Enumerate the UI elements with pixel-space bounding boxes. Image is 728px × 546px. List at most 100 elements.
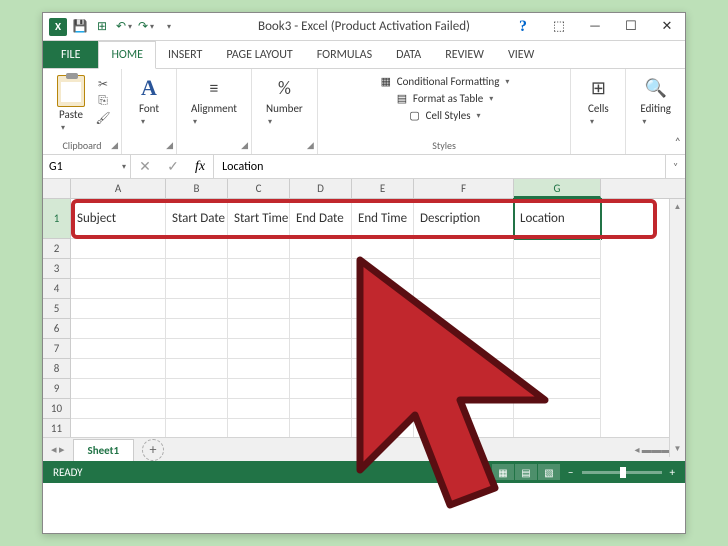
font-launcher-icon[interactable]: ◢: [166, 140, 173, 151]
cell[interactable]: [514, 279, 601, 299]
cell[interactable]: [166, 339, 228, 359]
help-button[interactable]: ?: [505, 13, 541, 40]
maximize-button[interactable]: ☐: [613, 13, 649, 40]
row-header-10[interactable]: 10: [43, 399, 71, 419]
cell[interactable]: [228, 419, 290, 437]
cell[interactable]: [290, 299, 352, 319]
tab-file[interactable]: FILE: [43, 41, 98, 68]
save-icon[interactable]: 💾: [71, 18, 89, 36]
select-all-corner[interactable]: [43, 179, 71, 198]
cell[interactable]: [414, 339, 514, 359]
cell[interactable]: [228, 339, 290, 359]
cell[interactable]: [414, 239, 514, 259]
cell[interactable]: [514, 399, 601, 419]
tab-insert[interactable]: INSERT: [156, 41, 214, 68]
cell[interactable]: [414, 319, 514, 339]
cell[interactable]: [352, 339, 414, 359]
cell-c1[interactable]: Start Time: [228, 199, 290, 239]
cell-f1[interactable]: Description: [414, 199, 514, 239]
cell[interactable]: [414, 259, 514, 279]
cell[interactable]: [290, 379, 352, 399]
cell[interactable]: [71, 399, 166, 419]
page-break-button[interactable]: ▧: [538, 464, 560, 480]
cell[interactable]: [71, 359, 166, 379]
cell[interactable]: [514, 299, 601, 319]
cell[interactable]: [228, 399, 290, 419]
tab-home[interactable]: HOME: [98, 41, 156, 69]
redo-icon[interactable]: ↷▾: [137, 18, 155, 36]
cell[interactable]: [352, 379, 414, 399]
cell[interactable]: [352, 279, 414, 299]
cell[interactable]: [290, 359, 352, 379]
add-sheet-button[interactable]: +: [142, 439, 164, 461]
col-header-e[interactable]: E: [352, 179, 414, 198]
row-header-9[interactable]: 9: [43, 379, 71, 399]
qat-icon[interactable]: ⊞: [93, 18, 111, 36]
cell-styles-button[interactable]: ▢Cell Styles ▾: [408, 107, 481, 124]
cell-d1[interactable]: End Date: [290, 199, 352, 239]
name-box[interactable]: G1 ▾: [43, 155, 131, 178]
cell[interactable]: [290, 399, 352, 419]
undo-icon[interactable]: ↶▾: [115, 18, 133, 36]
cell[interactable]: [414, 359, 514, 379]
cell[interactable]: [414, 419, 514, 437]
number-button[interactable]: % Number▾: [262, 73, 307, 129]
number-launcher-icon[interactable]: ◢: [307, 140, 314, 151]
col-header-d[interactable]: D: [290, 179, 352, 198]
cell-g1[interactable]: Location: [514, 199, 601, 239]
cell[interactable]: [166, 319, 228, 339]
cell[interactable]: [290, 319, 352, 339]
cell[interactable]: [71, 239, 166, 259]
cell[interactable]: [228, 239, 290, 259]
cell[interactable]: [352, 319, 414, 339]
page-layout-button[interactable]: ▤: [515, 464, 537, 480]
cell[interactable]: [352, 239, 414, 259]
cell-b1[interactable]: Start Date: [166, 199, 228, 239]
cell[interactable]: [166, 259, 228, 279]
row-header-2[interactable]: 2: [43, 239, 71, 259]
tab-page-layout[interactable]: PAGE LAYOUT: [214, 41, 304, 68]
col-header-c[interactable]: C: [228, 179, 290, 198]
copy-icon[interactable]: ⎘: [95, 94, 111, 108]
row-header-6[interactable]: 6: [43, 319, 71, 339]
cancel-formula-icon[interactable]: ✕: [131, 158, 159, 175]
ribbon-options-button[interactable]: ⬚: [541, 13, 577, 40]
col-header-f[interactable]: F: [414, 179, 514, 198]
cell[interactable]: [514, 239, 601, 259]
cell[interactable]: [228, 359, 290, 379]
row-header-11[interactable]: 11: [43, 419, 71, 437]
cell[interactable]: [514, 419, 601, 437]
cell[interactable]: [166, 379, 228, 399]
sheet-tab[interactable]: Sheet1: [73, 439, 135, 461]
cell[interactable]: [166, 299, 228, 319]
col-header-g[interactable]: G: [514, 179, 601, 198]
cell[interactable]: [71, 299, 166, 319]
fx-icon[interactable]: fx: [187, 159, 213, 175]
cell[interactable]: [352, 359, 414, 379]
minimize-button[interactable]: —: [577, 13, 613, 40]
cell[interactable]: [166, 239, 228, 259]
row-header-5[interactable]: 5: [43, 299, 71, 319]
cell[interactable]: [71, 259, 166, 279]
row-header-1[interactable]: 1: [43, 199, 71, 239]
cell[interactable]: [514, 379, 601, 399]
col-header-b[interactable]: B: [166, 179, 228, 198]
zoom-out-button[interactable]: −: [568, 466, 573, 479]
cell[interactable]: [514, 359, 601, 379]
chevron-down-icon[interactable]: ▾: [122, 162, 126, 172]
font-button[interactable]: A Font▾: [132, 73, 166, 129]
cell[interactable]: [166, 399, 228, 419]
cell[interactable]: [290, 239, 352, 259]
tab-review[interactable]: REVIEW: [433, 41, 496, 68]
cell[interactable]: [514, 259, 601, 279]
sheet-nav[interactable]: ◂ ▸: [43, 443, 73, 456]
cell[interactable]: [71, 279, 166, 299]
normal-view-button[interactable]: ▦: [492, 464, 514, 480]
cell[interactable]: [71, 379, 166, 399]
cell[interactable]: [290, 339, 352, 359]
tab-formulas[interactable]: FORMULAS: [305, 41, 384, 68]
cell[interactable]: [166, 359, 228, 379]
cell[interactable]: [166, 419, 228, 437]
cell[interactable]: [228, 259, 290, 279]
cell[interactable]: [71, 419, 166, 437]
